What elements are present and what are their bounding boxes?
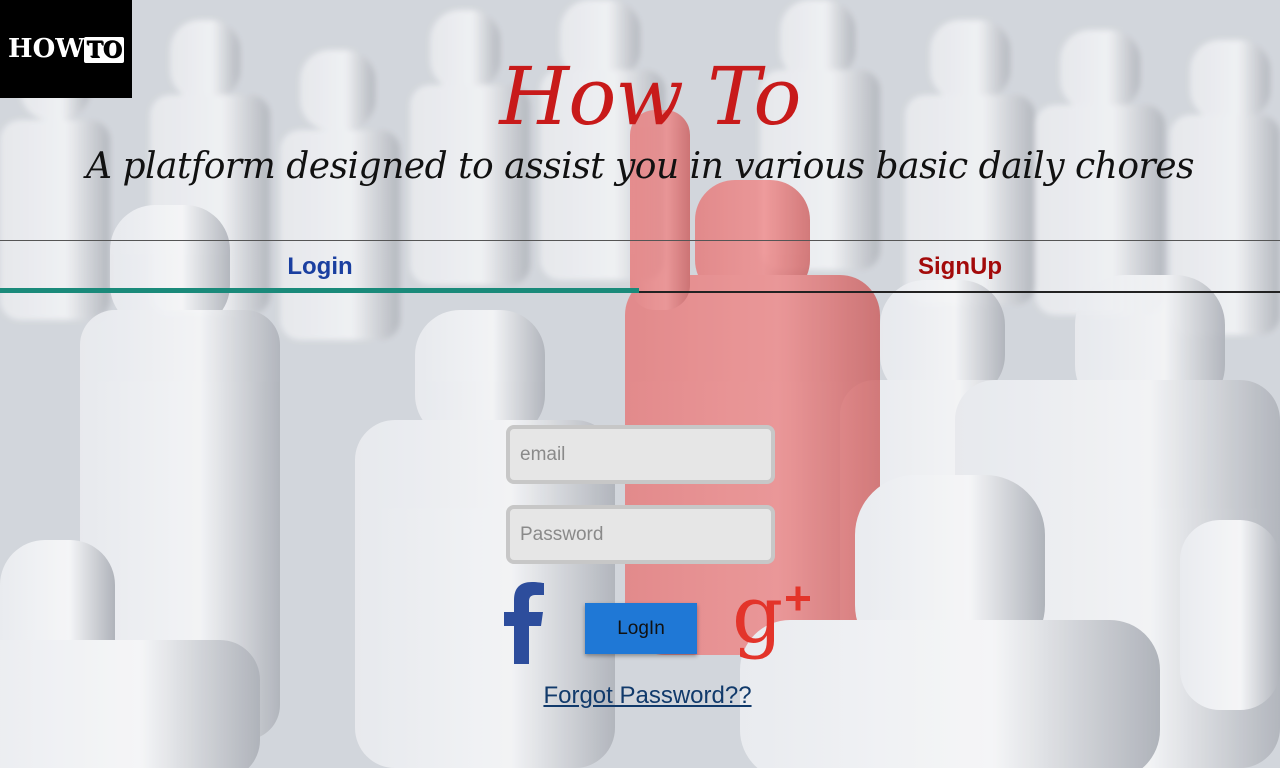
- page-subtitle: A platform designed to assist you in var…: [86, 146, 1194, 187]
- page: HOWTO How To A platform designed to assi…: [0, 0, 1280, 768]
- facebook-icon[interactable]: [498, 578, 548, 664]
- forgot-password-link[interactable]: Forgot Password??: [0, 682, 1280, 710]
- active-tab-indicator: [0, 288, 639, 293]
- tab-login[interactable]: Login: [0, 241, 640, 293]
- login-button[interactable]: LogIn: [585, 603, 697, 654]
- password-field[interactable]: [506, 505, 775, 564]
- google-plus-icon[interactable]: g: [732, 582, 816, 664]
- auth-tabs: Login SignUp: [0, 240, 1280, 293]
- svg-text:g: g: [732, 582, 783, 661]
- page-title: How To: [499, 50, 801, 143]
- tab-signup[interactable]: SignUp: [640, 241, 1280, 291]
- email-field[interactable]: [506, 425, 775, 484]
- tab-signup-label: SignUp: [918, 253, 1002, 280]
- tab-login-label: Login: [287, 253, 353, 280]
